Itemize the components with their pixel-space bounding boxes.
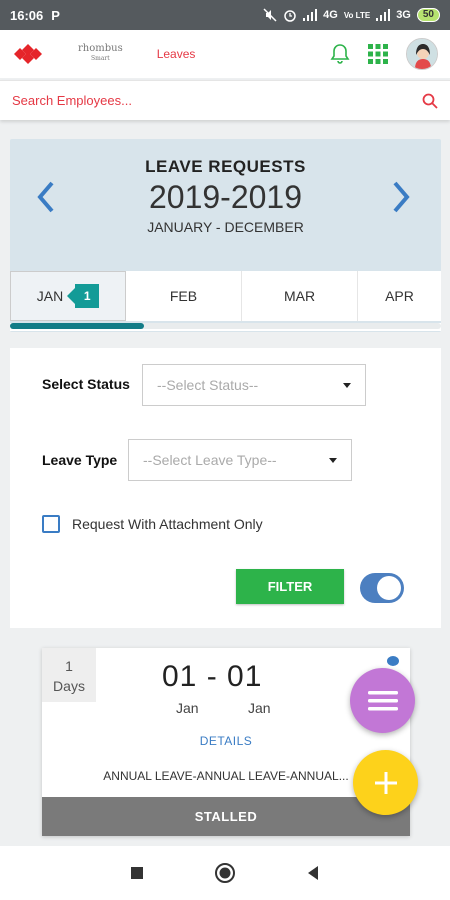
days-unit: Days bbox=[53, 678, 85, 694]
search-bar bbox=[0, 80, 450, 120]
month-label: FEB bbox=[169, 288, 198, 304]
header-actions bbox=[330, 38, 438, 70]
filter-button[interactable]: FILTER bbox=[236, 569, 344, 604]
home-icon[interactable] bbox=[214, 862, 236, 884]
grid-icon[interactable] bbox=[368, 44, 388, 64]
recents-icon[interactable] bbox=[130, 866, 144, 880]
leave-requests-year: 2019-2019 bbox=[148, 179, 303, 215]
month-scrollbar[interactable] bbox=[10, 323, 441, 331]
leave-date-range: 01 - 01 bbox=[162, 660, 263, 693]
to-month: Jan bbox=[248, 700, 271, 716]
logo-icon bbox=[14, 44, 42, 64]
avatar-icon bbox=[407, 39, 437, 69]
month-tabs: JAN 1 FEB MAR APR bbox=[10, 271, 441, 321]
days-box: 1 Days bbox=[42, 648, 96, 702]
company-logo[interactable] bbox=[12, 42, 44, 66]
plus-icon bbox=[374, 771, 397, 794]
app-header: rhombus Smart Leaves bbox=[0, 30, 450, 78]
leave-requests-panel: LEAVE REQUESTS 2019-2019 JANUARY - DECEM… bbox=[10, 139, 441, 332]
previous-year-button[interactable] bbox=[32, 179, 62, 215]
volte-indicator: Vo LTE bbox=[343, 10, 371, 20]
scrollbar-thumb[interactable] bbox=[10, 323, 144, 329]
status-select-value: --Select Status-- bbox=[157, 377, 259, 393]
search-icon[interactable] bbox=[422, 93, 438, 109]
tab-feb[interactable]: FEB bbox=[126, 271, 242, 321]
tab-jan[interactable]: JAN 1 bbox=[10, 271, 126, 321]
system-nav-bar bbox=[0, 846, 450, 900]
leave-type-select[interactable]: --Select Leave Type-- bbox=[128, 439, 352, 481]
caret-down-icon bbox=[329, 457, 337, 463]
month-label: MAR bbox=[283, 288, 316, 304]
leave-type-select-value: --Select Leave Type-- bbox=[143, 452, 277, 468]
signal-icon-2 bbox=[376, 9, 391, 21]
leave-requests-range: JANUARY - DECEMBER bbox=[147, 219, 304, 235]
network-type: 4G bbox=[323, 9, 338, 21]
tab-mar[interactable]: MAR bbox=[242, 271, 358, 321]
status-select[interactable]: --Select Status-- bbox=[142, 364, 366, 406]
status-badge: STALLED bbox=[42, 797, 410, 836]
brand-mark: rhombus Smart bbox=[78, 44, 123, 64]
status-time: 16:06 bbox=[10, 7, 44, 23]
add-leave-fab-button[interactable] bbox=[353, 750, 418, 815]
back-icon[interactable] bbox=[306, 865, 320, 881]
page-title: Leaves bbox=[156, 47, 196, 61]
next-year-button[interactable] bbox=[385, 179, 415, 215]
filter-toggle[interactable] bbox=[360, 573, 404, 603]
attachment-only-label: Request With Attachment Only bbox=[72, 516, 263, 532]
battery-icon: 50 bbox=[416, 8, 440, 22]
alarm-icon bbox=[284, 10, 296, 22]
bell-icon[interactable] bbox=[330, 43, 350, 65]
search-input[interactable] bbox=[12, 93, 422, 108]
leave-type-label: Leave Type bbox=[42, 452, 118, 468]
brand-name: rhombus bbox=[78, 43, 123, 54]
days-count: 1 bbox=[65, 658, 73, 674]
network-type-2: 3G bbox=[396, 9, 411, 21]
month-label: APR bbox=[385, 288, 414, 304]
leave-requests-title: LEAVE REQUESTS bbox=[145, 157, 306, 176]
chevron-right-icon bbox=[393, 181, 410, 213]
filter-panel: Select Status --Select Status-- Leave Ty… bbox=[10, 348, 441, 628]
hamburger-menu-icon bbox=[367, 690, 398, 710]
signal-icon bbox=[303, 9, 318, 21]
status-icons: 4G Vo LTE 3G 50 bbox=[263, 8, 440, 22]
comment-icon[interactable] bbox=[387, 656, 399, 666]
month-label: JAN bbox=[36, 288, 64, 304]
details-link[interactable]: DETAILS bbox=[42, 734, 410, 748]
system-status-bar: 16:06 P 4G Vo LTE 3G 50 bbox=[0, 0, 450, 30]
month-count-badge: 1 bbox=[67, 284, 100, 308]
tab-apr[interactable]: APR bbox=[358, 271, 441, 321]
brand-sub: Smart bbox=[91, 55, 110, 62]
menu-fab-button[interactable] bbox=[350, 668, 415, 733]
chevron-left-icon bbox=[37, 181, 54, 213]
app-indicator: P bbox=[51, 7, 60, 23]
caret-down-icon bbox=[343, 382, 351, 388]
mute-icon bbox=[263, 8, 277, 22]
toggle-knob bbox=[377, 576, 401, 600]
avatar[interactable] bbox=[406, 38, 438, 70]
from-month: Jan bbox=[176, 700, 199, 716]
attachment-only-checkbox[interactable] bbox=[42, 515, 60, 533]
leave-request-card[interactable]: 1 Days 01 - 01 Jan Jan DETAILS ANNUAL LE… bbox=[42, 648, 410, 836]
status-label: Select Status bbox=[42, 376, 130, 392]
